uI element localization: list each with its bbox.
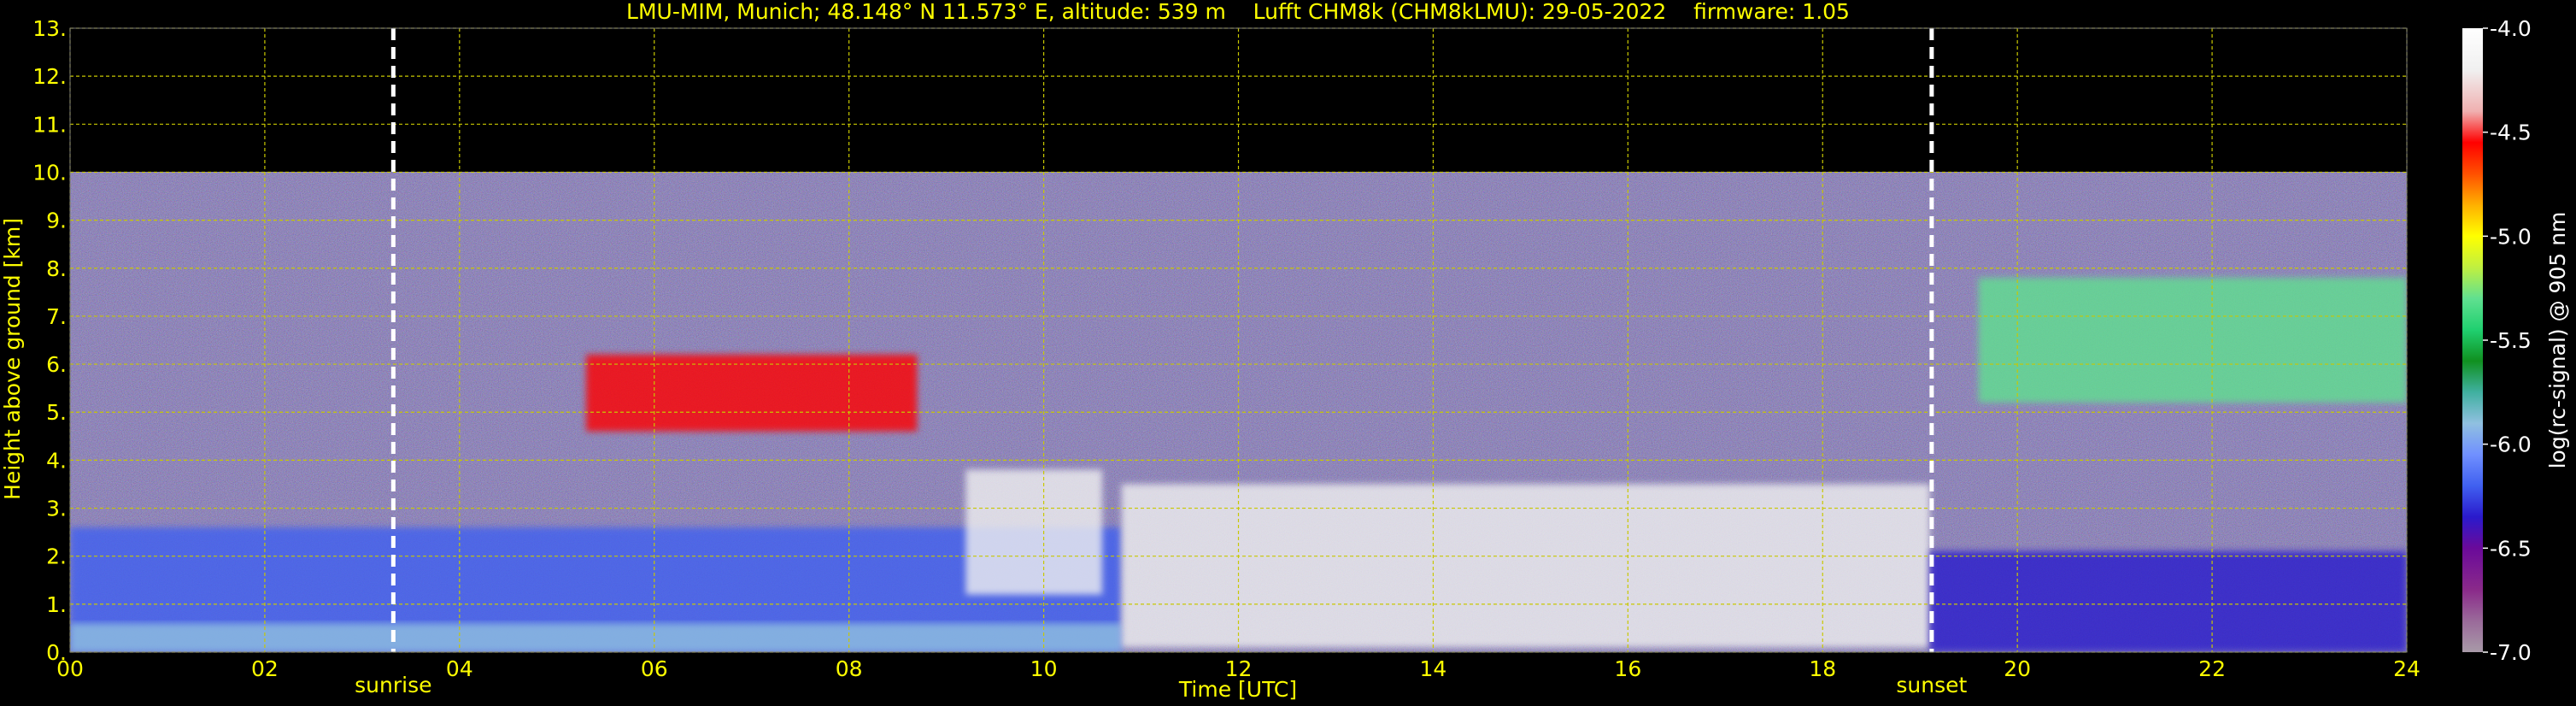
y-tick-label: 8. [46, 256, 67, 281]
x-tick-label: 08 [836, 656, 863, 681]
x-axis-label: Time [UTC] [1178, 677, 1297, 702]
y-tick-label: 11. [32, 112, 67, 137]
plot-area: sunrise sunset [69, 27, 2408, 697]
x-tick-label: 04 [446, 656, 473, 681]
colorbar-scale [2462, 28, 2483, 652]
x-tick-label: 10 [1030, 656, 1058, 681]
ceilometer-figure: LMU-MIM, Munich; 48.148° N 11.573° E, al… [0, 0, 2570, 702]
y-axis-label: Height above ground [km] [0, 218, 25, 500]
feature-near-surface-aerosol [70, 623, 1122, 652]
x-tick-label: 22 [2198, 656, 2226, 681]
feature-cirrus-evening [1978, 278, 2407, 403]
colorbar: -4.0 -4.5 -5.0 -5.5 -6.0 -6.5 -7.0 log(rc-sign… [2462, 16, 2570, 665]
y-tick-label: 2. [46, 544, 67, 569]
y-tick-label: 7. [46, 304, 67, 329]
y-tick-label: 3. [46, 497, 67, 521]
feature-cloud-descending [965, 469, 1102, 595]
feature-evening-residual-layer [1929, 551, 2407, 652]
y-tick-label: 9. [46, 209, 67, 233]
y-tick-label: 10. [32, 160, 67, 185]
y-tick-label: 5. [46, 400, 67, 425]
x-tick-label: 20 [2004, 656, 2031, 681]
chart-title: LMU-MIM, Munich; 48.148° N 11.573° E, al… [626, 0, 1850, 24]
x-tick-label: 02 [251, 656, 279, 681]
sunrise-label: sunrise [355, 673, 431, 697]
colorbar-label: log(rc-signal) @ 905 nm [2545, 212, 2570, 469]
y-tick-label: 6. [46, 352, 67, 377]
y-tick-label: 12. [32, 64, 67, 89]
x-tick-label: 24 [2393, 656, 2421, 681]
colorbar-tick-label: -5.5 [2490, 328, 2532, 353]
y-tick-label: 1. [46, 592, 67, 617]
x-tick-label: 18 [1809, 656, 1836, 681]
y-axis-ticks: 0.1.2.3.4.5.6.7.8.9.10.11.12.13. [32, 16, 67, 665]
x-tick-label: 00 [56, 656, 84, 681]
y-tick-label: 4. [46, 448, 67, 473]
colorbar-tick-label: -6.5 [2490, 536, 2532, 561]
x-tick-label: 14 [1420, 656, 1447, 681]
sunset-label: sunset [1896, 673, 1967, 697]
colorbar-tick-label: -4.5 [2490, 121, 2532, 145]
x-tick-label: 16 [1614, 656, 1641, 681]
y-tick-label: 13. [32, 16, 67, 41]
feature-cirrus-morning [585, 354, 918, 432]
colorbar-ticks: -4.0 -4.5 -5.0 -5.5 -6.0 -6.5 -7.0 [2483, 16, 2532, 665]
colorbar-tick-label: -7.0 [2490, 640, 2532, 665]
x-tick-label: 06 [641, 656, 668, 681]
colorbar-tick-label: -6.0 [2490, 432, 2532, 457]
colorbar-tick-label: -5.0 [2490, 224, 2532, 249]
colorbar-tick-label: -4.0 [2490, 16, 2532, 41]
